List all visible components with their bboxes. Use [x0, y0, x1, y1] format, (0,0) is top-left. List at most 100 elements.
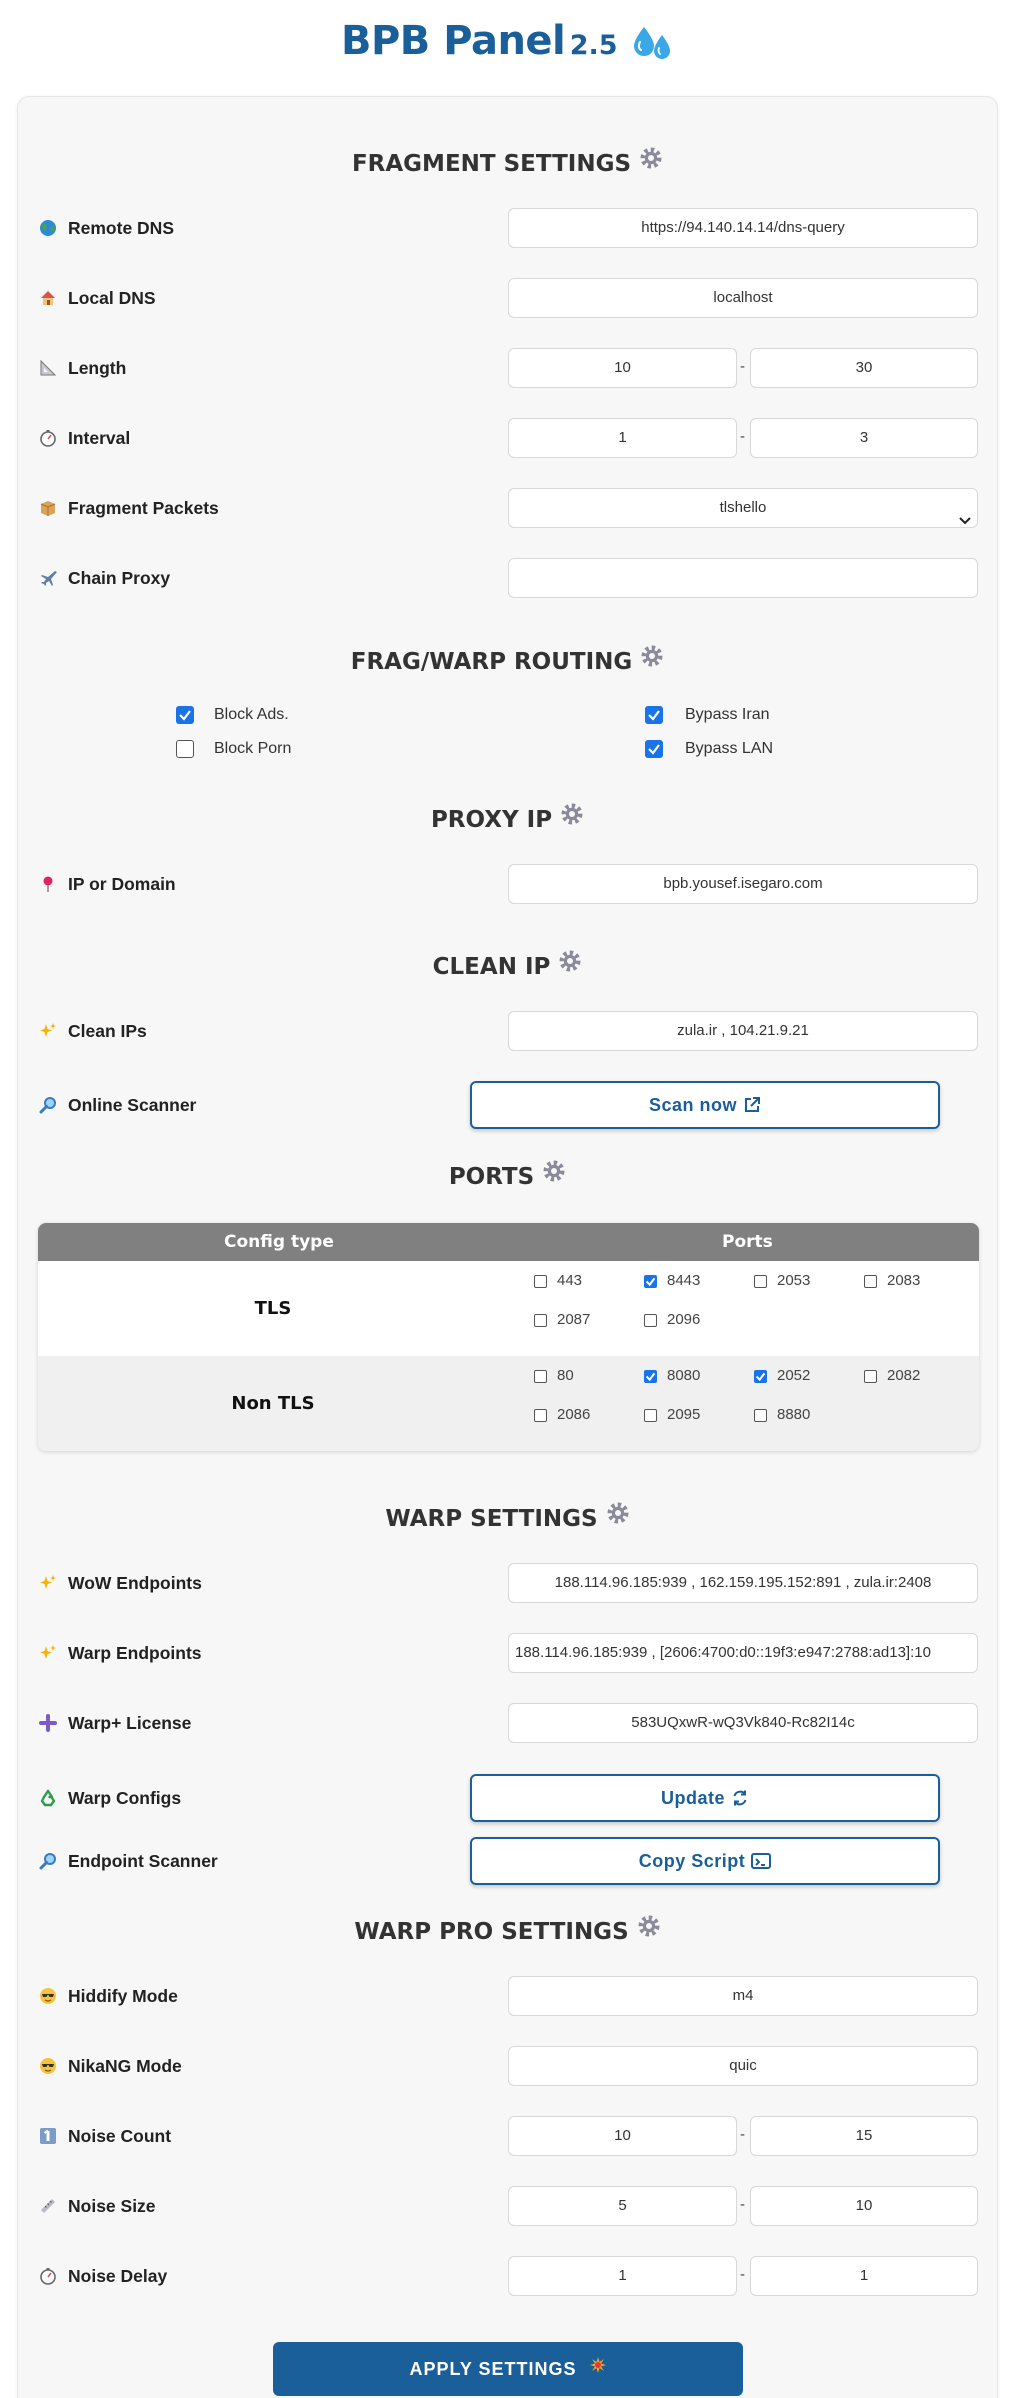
chain-proxy-input[interactable] — [508, 558, 978, 598]
version-label: 2.5 — [569, 30, 618, 61]
local-dns-input[interactable]: localhost — [508, 278, 978, 318]
airplane-icon — [38, 568, 58, 588]
noise-size-max-input[interactable]: 10 — [750, 2186, 978, 2226]
port-label: 2083 — [887, 1272, 921, 1289]
section-title-text: FRAG/WARP ROUTING — [350, 649, 633, 675]
section-title-text: WARP SETTINGS — [385, 1506, 598, 1532]
non-tls-row: Non TLS 80 8080 2052 2082 2086 2095 8880 — [38, 1356, 979, 1451]
warp-endpoints-input[interactable]: 188.114.96.185:939 , [2606:4700:d0::19f3… — [508, 1633, 978, 1673]
gear-icon — [542, 1159, 566, 1192]
online-scanner-label: Online Scanner — [68, 1095, 197, 1115]
page-header: BPB Panel 2.5 — [0, 18, 1015, 74]
warp-license-input[interactable]: 583UQxwR-wQ3Vk840-Rc82I14c — [508, 1703, 978, 1743]
plus-icon — [38, 1713, 58, 1733]
scan-now-button[interactable]: Scan now — [470, 1081, 940, 1129]
noise-count-min-input[interactable]: 10 — [508, 2116, 737, 2156]
section-title-text: WARP PRO SETTINGS — [354, 1919, 629, 1945]
length-max-input[interactable]: 30 — [750, 348, 978, 388]
hiddify-mode-row: Hiddify Mode m4 — [38, 1976, 978, 2016]
ruler-icon — [38, 2196, 58, 2216]
nikang-mode-input[interactable]: quic — [508, 2046, 978, 2086]
ports-header: Ports — [722, 1232, 773, 1252]
proxy-ip-input[interactable]: bpb.yousef.isegaro.com — [508, 864, 978, 904]
clean-ips-row: Clean IPs zula.ir , 104.21.9.21 — [38, 1011, 978, 1051]
port-2086-checkbox[interactable] — [534, 1409, 547, 1422]
proxy-ip-label: IP or Domain — [68, 874, 176, 894]
gear-icon — [639, 146, 663, 179]
block-ads-checkbox[interactable] — [176, 706, 194, 724]
gear-icon — [637, 1914, 661, 1947]
fragment-packets-select[interactable]: tlshello — [508, 488, 978, 528]
noise-count-row: Noise Count 10 - 15 — [38, 2116, 978, 2156]
counter-icon — [38, 2126, 58, 2146]
sparkles-icon — [38, 1573, 58, 1593]
timer-icon — [38, 428, 58, 448]
ports-table-header: Config type Ports — [38, 1223, 979, 1261]
port-2052-checkbox[interactable] — [754, 1370, 767, 1383]
noise-size-min-input[interactable]: 5 — [508, 2186, 737, 2226]
port-label: 2086 — [557, 1406, 591, 1423]
house-icon — [38, 288, 58, 308]
port-label: 8080 — [667, 1367, 701, 1384]
section-title-text: PORTS — [448, 1164, 535, 1190]
fragment-packets-label: Fragment Packets — [68, 498, 219, 518]
port-443-checkbox[interactable] — [534, 1275, 547, 1288]
remote-dns-input[interactable]: https://94.140.14.14/dns-query — [508, 208, 978, 248]
port-2053-checkbox[interactable] — [754, 1275, 767, 1288]
tls-label: TLS — [254, 1298, 292, 1319]
gear-icon — [560, 802, 584, 835]
port-2083-checkbox[interactable] — [864, 1275, 877, 1288]
fragment-packets-row: Fragment Packets tlshello — [38, 488, 978, 528]
range-dash: - — [740, 2266, 745, 2283]
chain-proxy-row: Chain Proxy — [38, 558, 978, 598]
section-title-text: FRAGMENT SETTINGS — [351, 151, 632, 177]
fragment-packets-value: tlshello — [719, 499, 767, 516]
bypass-lan-checkbox[interactable] — [645, 740, 663, 758]
port-label: 2095 — [667, 1406, 701, 1423]
range-dash: - — [740, 2126, 745, 2143]
routing-title: FRAG/WARP ROUTING — [0, 645, 1015, 678]
bypass-iran-checkbox[interactable] — [645, 706, 663, 724]
port-label: 80 — [557, 1367, 574, 1384]
port-8443-checkbox[interactable] — [644, 1275, 657, 1288]
chevron-down-icon — [959, 503, 971, 527]
port-80-checkbox[interactable] — [534, 1370, 547, 1383]
port-2096-checkbox[interactable] — [644, 1314, 657, 1327]
noise-size-row: Noise Size 5 - 10 — [38, 2186, 978, 2226]
port-2082-checkbox[interactable] — [864, 1370, 877, 1383]
length-row: Length 10 - 30 — [38, 348, 978, 388]
chain-proxy-label: Chain Proxy — [68, 568, 171, 588]
apply-settings-button[interactable]: APPLY SETTINGS — [273, 2342, 743, 2396]
bypass-iran-label: Bypass Iran — [685, 706, 770, 723]
port-8880-checkbox[interactable] — [754, 1409, 767, 1422]
bypass-lan-label: Bypass LAN — [685, 740, 774, 757]
globe-icon — [38, 218, 58, 238]
warp-license-row: Warp+ License 583UQxwR-wQ3Vk840-Rc82I14c — [38, 1703, 978, 1743]
port-2095-checkbox[interactable] — [644, 1409, 657, 1422]
hiddify-mode-input[interactable]: m4 — [508, 1976, 978, 2016]
port-8080-checkbox[interactable] — [644, 1370, 657, 1383]
interval-min-input[interactable]: 1 — [508, 418, 737, 458]
local-dns-label: Local DNS — [68, 288, 156, 308]
ports-table: Config type Ports TLS 443 8443 2053 2083… — [38, 1223, 979, 1451]
port-2087-checkbox[interactable] — [534, 1314, 547, 1327]
noise-delay-min-input[interactable]: 1 — [508, 2256, 737, 2296]
noise-delay-max-input[interactable]: 1 — [750, 2256, 978, 2296]
update-button[interactable]: Update — [470, 1774, 940, 1822]
section-title-text: CLEAN IP — [432, 954, 551, 980]
length-min-input[interactable]: 10 — [508, 348, 737, 388]
warp-settings-title: WARP SETTINGS — [0, 1502, 1015, 1535]
copy-script-label: Copy Script — [638, 1851, 746, 1871]
section-title-text: PROXY IP — [430, 807, 553, 833]
collision-icon — [589, 2341, 607, 2395]
interval-max-input[interactable]: 3 — [750, 418, 978, 458]
warp-endpoints-label: Warp Endpoints — [68, 1643, 202, 1663]
wow-endpoints-row: WoW Endpoints 188.114.96.185:939 , 162.1… — [38, 1563, 978, 1603]
noise-count-max-input[interactable]: 15 — [750, 2116, 978, 2156]
clean-ips-input[interactable]: zula.ir , 104.21.9.21 — [508, 1011, 978, 1051]
block-porn-checkbox[interactable] — [176, 740, 194, 758]
wow-endpoints-input[interactable]: 188.114.96.185:939 , 162.159.195.152:891… — [508, 1563, 978, 1603]
port-label: 8880 — [777, 1406, 811, 1423]
endpoint-scanner-label: Endpoint Scanner — [68, 1851, 218, 1871]
copy-script-button[interactable]: Copy Script — [470, 1837, 940, 1885]
